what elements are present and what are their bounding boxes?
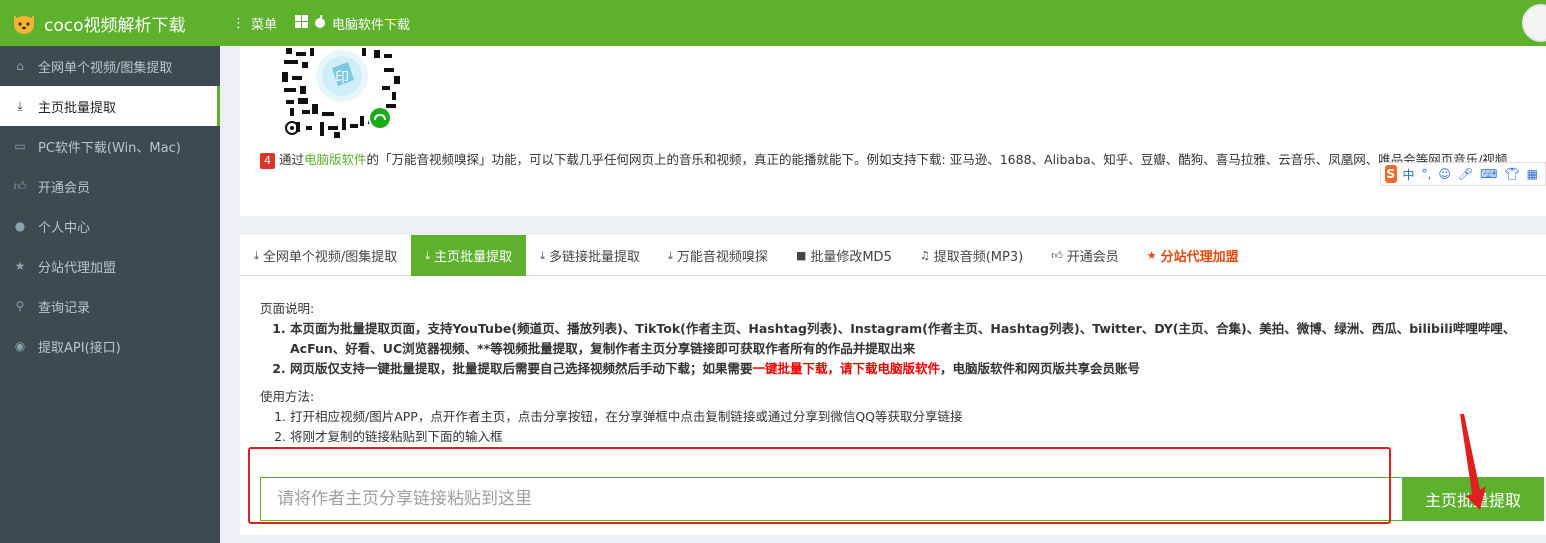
share-link-input[interactable] (260, 477, 1402, 521)
tab-label: 批量修改MD5 (810, 250, 892, 265)
url-input-group: 主页批量提取 (260, 477, 1544, 521)
vertical-dots-icon: ⋮ (232, 15, 245, 31)
thumbs-up-icon: 👍︎ (1051, 249, 1063, 262)
punctuation-icon: °, (1421, 167, 1432, 181)
user-icon: ● (14, 219, 26, 233)
sidebar-item-label: 主页批量提取 (38, 100, 117, 116)
pc-version-link[interactable]: 电脑版软件 (304, 152, 367, 167)
music-icon: ♫ (919, 249, 930, 262)
sidebar-item-label: 提取API(接口) (38, 340, 121, 356)
windows-icon (295, 14, 309, 32)
keyboard-icon: ⌨ (1480, 167, 1498, 181)
svg-text:印: 印 (335, 70, 349, 86)
usage-list: 打开相应视频/图片APP，点开作者主页，点击分享按钮，在分享弹框中点击复制链接或… (260, 407, 1540, 447)
microphone-icon: 🎤︎ (1457, 167, 1474, 181)
download-icon: ⤓ (254, 248, 259, 262)
tab-label: 分站代理加盟 (1160, 250, 1239, 265)
tab-batch-extract[interactable]: ⤓ 主页批量提取 (411, 235, 527, 276)
step-4-pre: 通过 (279, 152, 305, 167)
star-icon: ★ (14, 259, 26, 273)
sidebar-item-pc-software[interactable]: ▭ PC软件下载(Win、Mac) (0, 126, 220, 166)
desc-item2-pre: 网页版仅支持一键批量提取，批量提取后需要自己选择视频然后手动下载；如果需要 (290, 361, 753, 376)
download-icon: ⤓ (425, 248, 431, 262)
sidebar-item-membership[interactable]: 👍︎ 开通会员 (0, 166, 220, 206)
sidebar-item-label: 个人中心 (38, 220, 91, 236)
avatar[interactable] (1522, 4, 1546, 42)
emoji-icon: ☺ (1438, 167, 1451, 181)
tab-extract-audio[interactable]: ♫ 提取音频(MP3) (906, 235, 1037, 276)
skin-icon: 👕︎ (1504, 167, 1520, 181)
tab-label: 提取音频(MP3) (933, 250, 1024, 265)
list-item: 将刚才复制的链接粘贴到下面的输入框 (290, 427, 1540, 447)
github-icon: ◉ (14, 339, 26, 353)
page-desc-list: 本页面为批量提取页面，支持YouTube(频道页、播放列表)、TikTok(作者… (260, 319, 1540, 379)
step-4-text: 4 通过电脑版软件的「万能音视频嗅探」功能，可以下载几乎任何网页上的音乐和视频，真… (260, 150, 1546, 170)
mini-program-qr-code: 印 (282, 48, 400, 138)
sidebar-item-profile[interactable]: ● 个人中心 (0, 206, 220, 246)
download-icon: ⤓ (668, 248, 673, 262)
apple-icon (314, 14, 326, 32)
list-item: 打开相应视频/图片APP，点开作者主页，点击分享按钮，在分享弹框中点击复制链接或… (290, 407, 1540, 427)
sogou-logo-icon: S (1385, 165, 1397, 183)
page-description: 页面说明: 本页面为批量提取页面，支持YouTube(频道页、播放列表)、Tik… (260, 299, 1540, 447)
top-nav: ⋮ 菜单 电脑软件下载 (232, 14, 428, 33)
list-item: 本页面为批量提取页面，支持YouTube(频道页、播放列表)、TikTok(作者… (290, 319, 1540, 359)
sidebar-item-label: 全网单个视频/图集提取 (38, 60, 173, 76)
tab-label: 主页批量提取 (434, 250, 513, 265)
tab-bar: ⤓ 全网单个视频/图集提取 ⤓ 主页批量提取 ⤓ 多链接批量提取 ⤓ 万能音视频嗅探 ■… (240, 235, 1546, 276)
download-pc-version-text[interactable]: ，请下载电脑版软件 (828, 361, 941, 376)
menu-button[interactable]: ⋮ 菜单 (232, 14, 277, 33)
sidebar-item-label: PC软件下载(Win、Mac) (38, 140, 181, 156)
desc-item2-post: ，电脑版软件和网页版共享会员账号 (940, 361, 1141, 376)
menu-label: 菜单 (251, 17, 278, 33)
usage-heading: 使用方法: (260, 389, 315, 404)
download-icon: ⤓ (540, 248, 546, 262)
sidebar-item-label: 开通会员 (38, 180, 91, 196)
sidebar-item-single-extract[interactable]: ⌂ 全网单个视频/图集提取 (0, 46, 220, 86)
tab-agent[interactable]: ★ 分站代理加盟 (1133, 235, 1253, 276)
app-title: coco视频解析下载 (44, 15, 186, 36)
sidebar-item-api[interactable]: ◉ 提取API(接口) (0, 326, 220, 366)
tab-label: 全网单个视频/图集提取 (262, 250, 398, 265)
tab-md5[interactable]: ■ 批量修改MD5 (782, 235, 906, 276)
cat-logo-icon (14, 15, 34, 34)
main-card: ⤓ 全网单个视频/图集提取 ⤓ 主页批量提取 ⤓ 多链接批量提取 ⤓ 万能音视频嗅探 ■… (240, 235, 1546, 535)
star-icon: ★ (1146, 249, 1157, 262)
tab-label: 多链接批量提取 (549, 250, 641, 265)
sidebar-item-label: 查询记录 (38, 300, 91, 316)
info-card: 印 4 通过电脑版软件的「万能音视频嗅探」功能，可以下载几乎任何网页上的音乐和视频… (240, 46, 1546, 216)
tab-membership[interactable]: 👍︎ 开通会员 (1037, 235, 1133, 276)
tab-single-extract[interactable]: ⤓ 全网单个视频/图集提取 (240, 235, 411, 276)
sidebar-item-history[interactable]: ⚲ 查询记录 (0, 286, 220, 326)
download-icon: ⤓ (17, 98, 23, 113)
sidebar-item-agent[interactable]: ★ 分站代理加盟 (0, 246, 220, 286)
step-number-badge: 4 (260, 153, 275, 169)
ime-toolbar[interactable]: S 中 °, ☺ 🎤︎ ⌨ 👕︎ ▦ (1380, 162, 1546, 186)
sidebar-item-batch-extract[interactable]: ⤓ 主页批量提取 (0, 86, 220, 126)
step-4-post: 的「万能音视频嗅探」功能，可以下载几乎任何网页上的音乐和视频，真正的能播就能下。… (366, 152, 1508, 167)
home-icon: ⌂ (16, 59, 24, 73)
tab-label: 万能音视频嗅探 (676, 250, 768, 265)
tab-label: 开通会员 (1066, 250, 1119, 265)
pc-download-label: 电脑软件下载 (332, 17, 411, 33)
ime-language-indicator: 中 (1402, 167, 1415, 182)
video-camera-icon: ■ (795, 249, 807, 262)
grid-icon: ▦ (1526, 167, 1538, 181)
tab-sniffer[interactable]: ⤓ 万能音视频嗅探 (654, 235, 782, 276)
brand[interactable]: coco视频解析下载 (0, 0, 220, 46)
sidebar-item-label: 分站代理加盟 (38, 260, 117, 276)
one-click-download-text: 一键批量下载 (752, 361, 828, 376)
sidebar: ⌂ 全网单个视频/图集提取 ⤓ 主页批量提取 ▭ PC软件下载(Win、Mac)… (0, 46, 220, 543)
list-item: 网页版仅支持一键批量提取，批量提取后需要自己选择视频然后手动下载；如果需要一键批… (290, 359, 1540, 379)
batch-extract-button[interactable]: 主页批量提取 (1402, 477, 1544, 521)
search-icon: ⚲ (15, 299, 25, 313)
top-bar: coco视频解析下载 ⋮ 菜单 电脑软件下载 (0, 0, 1546, 46)
page-desc-heading: 页面说明: (260, 301, 315, 316)
pc-download-link[interactable]: 电脑软件下载 (295, 14, 410, 33)
tab-multi-link-extract[interactable]: ⤓ 多链接批量提取 (526, 235, 654, 276)
thumbs-up-icon: 👍︎ (13, 178, 27, 193)
desktop-icon: ▭ (14, 139, 26, 153)
